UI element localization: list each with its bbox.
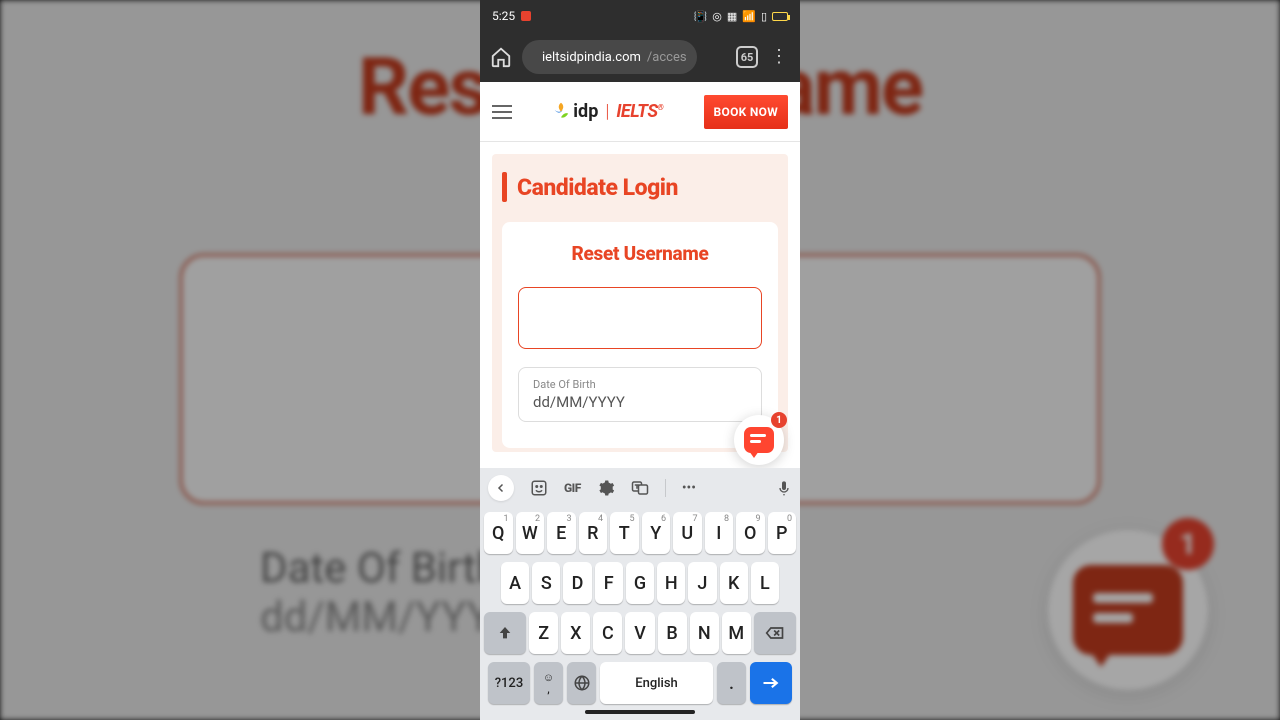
key-j[interactable]: J <box>688 562 716 604</box>
key-x[interactable]: X <box>561 612 590 654</box>
sticker-icon[interactable] <box>530 479 548 497</box>
status-bar: 5:25 📳 ◎ ▦ 📶 ▯ <box>480 0 800 32</box>
language-key[interactable] <box>567 662 596 704</box>
dob-input[interactable]: Date Of Birth dd/MM/YYYY <box>518 367 762 422</box>
book-now-button[interactable]: BOOK NOW <box>704 95 788 129</box>
idp-ielts-logo[interactable]: idp | IELTS® <box>552 101 663 123</box>
period-key[interactable]: . <box>717 662 746 704</box>
dob-placeholder: dd/MM/YYYY <box>533 393 747 411</box>
key-r[interactable]: R4 <box>579 512 608 554</box>
chat-badge: 1 <box>771 412 787 428</box>
translate-icon[interactable] <box>631 479 649 497</box>
key-z[interactable]: Z <box>529 612 558 654</box>
shift-key[interactable] <box>484 612 526 654</box>
tab-count-button[interactable]: 65 <box>736 46 758 68</box>
recording-indicator-icon <box>521 11 531 21</box>
key-u[interactable]: U7 <box>673 512 702 554</box>
keyboard-more-icon[interactable]: ••• <box>682 480 696 496</box>
vibrate-icon: 📳 <box>694 10 708 23</box>
username-input[interactable] <box>518 287 762 349</box>
key-q[interactable]: Q1 <box>484 512 513 554</box>
url-path: /acces <box>647 50 687 65</box>
home-icon[interactable] <box>490 46 512 68</box>
keyboard-toolbar: GIF ••• <box>480 468 800 508</box>
network-icon: ▦ <box>727 10 737 23</box>
spacebar-key[interactable]: English <box>600 662 713 704</box>
dob-label: Date Of Birth <box>533 378 747 391</box>
enter-key[interactable] <box>750 662 792 704</box>
url-domain: ieltsidpindia.com <box>542 50 641 65</box>
key-t[interactable]: T5 <box>610 512 639 554</box>
title-accent-bar <box>502 172 507 202</box>
location-icon: ◎ <box>712 10 722 23</box>
reset-username-title: Reset Username <box>518 242 762 265</box>
on-screen-keyboard: GIF ••• Q1W2E3R4T5Y6U7I8O9P0 ASDFGHJKL <box>480 468 800 720</box>
key-w[interactable]: W2 <box>516 512 545 554</box>
keyboard-row-1: Q1W2E3R4T5Y6U7I8O9P0 <box>484 512 796 554</box>
url-bar[interactable]: ieltsidpindia.com/acces <box>522 40 697 74</box>
logo-ielts-text: IELTS® <box>616 101 663 122</box>
reset-username-card: Reset Username Date Of Birth dd/MM/YYYY <box>502 222 778 448</box>
keyboard-row-4: ?123 ☺, English . <box>484 662 796 704</box>
key-c[interactable]: C <box>593 612 622 654</box>
gif-icon[interactable]: GIF <box>564 481 581 495</box>
nav-pill[interactable] <box>585 710 695 714</box>
signal-icon: 📶 <box>742 10 756 23</box>
chat-fab[interactable]: 1 <box>734 415 784 465</box>
chat-icon <box>744 427 774 453</box>
key-e[interactable]: E3 <box>547 512 576 554</box>
candidate-login-title: Candidate Login <box>517 174 678 201</box>
browser-more-icon[interactable]: ⋮ <box>768 48 790 66</box>
microphone-icon[interactable] <box>776 479 792 497</box>
key-p[interactable]: P0 <box>768 512 797 554</box>
key-k[interactable]: K <box>720 562 748 604</box>
hamburger-menu-icon[interactable] <box>492 105 512 119</box>
phone-frame: 5:25 📳 ◎ ▦ 📶 ▯ ieltsidpindia.com/acces 6… <box>480 0 800 720</box>
keyboard-row-3: ZXCVBNM <box>484 612 796 654</box>
keyboard-settings-icon[interactable] <box>597 479 615 497</box>
key-f[interactable]: F <box>595 562 623 604</box>
key-n[interactable]: N <box>690 612 719 654</box>
backspace-key[interactable] <box>754 612 796 654</box>
key-i[interactable]: I8 <box>705 512 734 554</box>
key-g[interactable]: G <box>626 562 654 604</box>
key-s[interactable]: S <box>532 562 560 604</box>
app-header: idp | IELTS® BOOK NOW <box>480 82 800 142</box>
emoji-key[interactable]: ☺, <box>534 662 563 704</box>
key-h[interactable]: H <box>657 562 685 604</box>
status-time: 5:25 <box>492 9 515 23</box>
key-d[interactable]: D <box>563 562 591 604</box>
logo-idp-text: idp <box>573 101 598 122</box>
key-v[interactable]: V <box>625 612 654 654</box>
keyboard-row-2: ASDFGHJKL <box>484 562 796 604</box>
key-a[interactable]: A <box>501 562 529 604</box>
key-y[interactable]: Y6 <box>642 512 671 554</box>
logo-leaf-icon <box>552 101 570 123</box>
symbols-key[interactable]: ?123 <box>488 662 530 704</box>
key-m[interactable]: M <box>722 612 751 654</box>
key-l[interactable]: L <box>751 562 779 604</box>
wifi-icon: ▯ <box>761 10 767 23</box>
key-o[interactable]: O9 <box>736 512 765 554</box>
keyboard-collapse-icon[interactable] <box>488 475 514 501</box>
key-b[interactable]: B <box>658 612 687 654</box>
battery-icon <box>772 12 788 21</box>
candidate-login-panel: Candidate Login Reset Username Date Of B… <box>492 154 788 452</box>
browser-toolbar: ieltsidpindia.com/acces 65 ⋮ <box>480 32 800 82</box>
